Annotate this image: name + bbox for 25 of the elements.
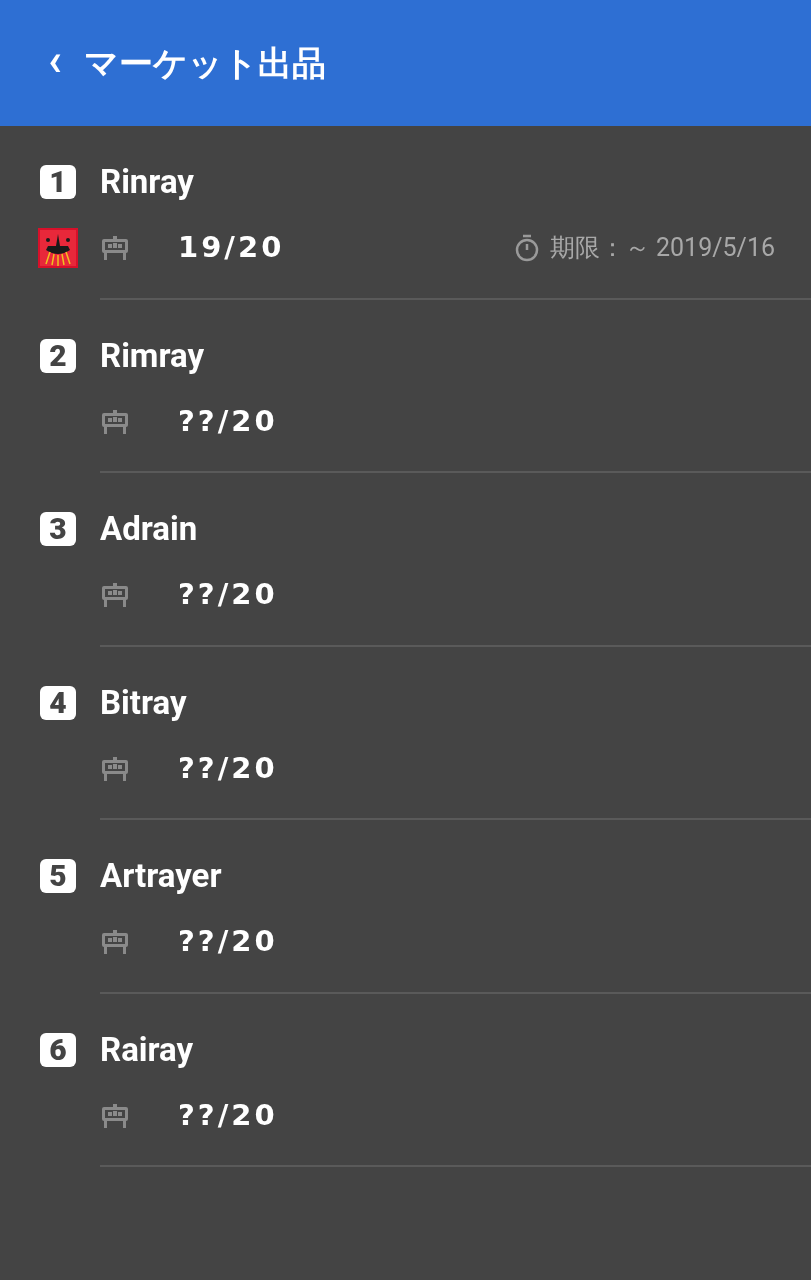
page-title: マーケット出品 (83, 41, 326, 85)
item-name: Rimray (100, 334, 205, 377)
rank-badge: 5 (40, 859, 76, 893)
timer-icon (513, 234, 540, 262)
seat-icon (100, 580, 130, 610)
count-text: ??/20 (178, 1096, 278, 1134)
rank-badge: 4 (40, 685, 76, 720)
item-name: Rinray (100, 161, 194, 204)
seat-icon (100, 927, 130, 957)
item-name: Artrayer (100, 855, 222, 898)
count-text: ??/20 (178, 402, 278, 440)
item-name: Rairay (100, 1028, 194, 1071)
item-name: Bitray (100, 681, 187, 724)
count-text: ??/20 (178, 576, 278, 614)
seat-icon (100, 233, 130, 263)
rank-badge: 2 (40, 338, 76, 373)
count-text: 19/20 (178, 229, 285, 267)
rank-badge: 1 (40, 165, 76, 199)
rank-badge: 3 (40, 512, 76, 546)
rank-badge: 6 (40, 1032, 76, 1067)
deadline-text: 期限：～ 2019/5/16 (549, 232, 775, 265)
count-text: ??/20 (178, 749, 278, 787)
item-name: Adrain (100, 508, 198, 551)
count-text: ??/20 (178, 923, 278, 961)
back-button[interactable]: ‹ (48, 38, 62, 88)
